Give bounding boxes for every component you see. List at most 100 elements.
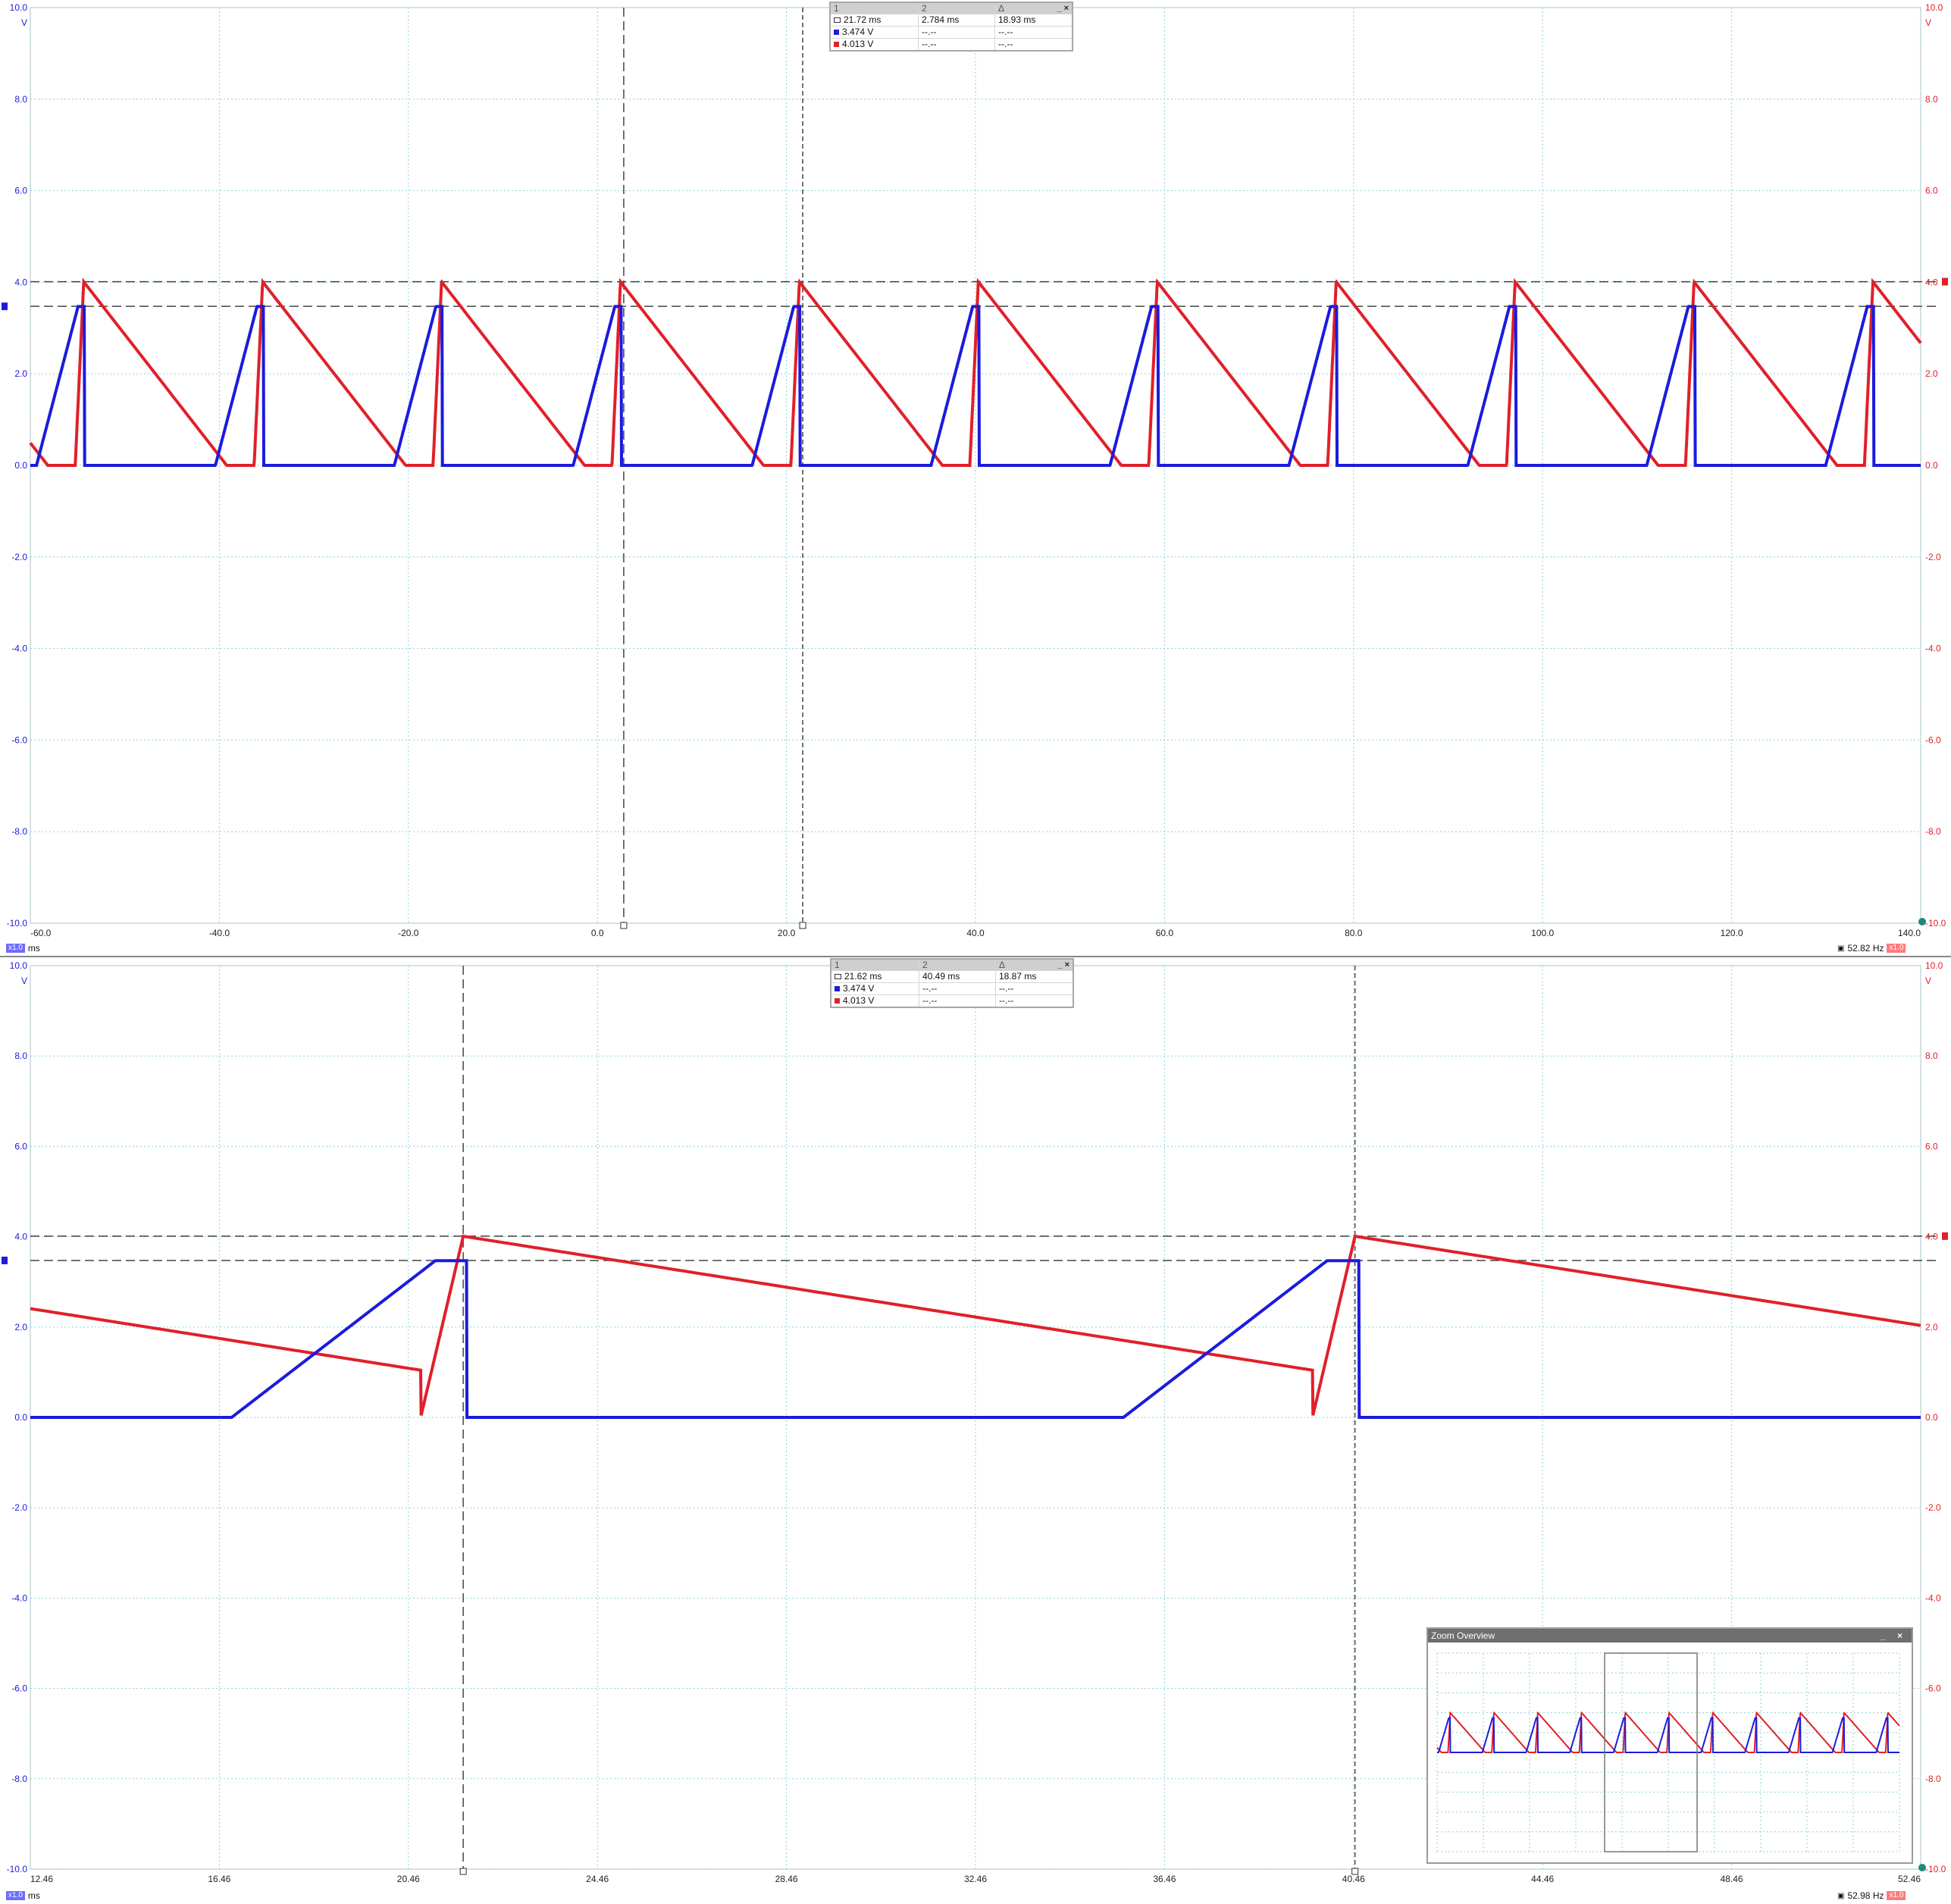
- x-tick-label: -40.0: [209, 928, 230, 938]
- y-unit-left: V: [21, 975, 27, 986]
- cursor1-time: 21.72 ms: [844, 14, 882, 25]
- channel-1-icon: [835, 986, 840, 991]
- ch1-cursor2: --.--: [919, 983, 996, 994]
- x-tick-label: 48.46: [1721, 1874, 1743, 1884]
- ch1-value: 3.474 V: [843, 983, 875, 994]
- x-tick-label: 80.0: [1345, 928, 1363, 938]
- frequency-icon: ▣: [1837, 944, 1845, 953]
- col-delta: Δ: [999, 960, 1006, 970]
- cursor-row-ch1: 3.474 V --.-- --.--: [831, 26, 1072, 38]
- cursor-readout-panel-1[interactable]: 1 2 Δ _ × 21.72 ms 2.784 ms 18.93 ms 3.47…: [829, 2, 1073, 52]
- x-tick-label: 28.46: [775, 1874, 798, 1884]
- ch1-scale-chip[interactable]: x1.0: [6, 1891, 25, 1900]
- y-tick-label-left: 10.0: [10, 2, 28, 13]
- x-tick-label: 60.0: [1156, 928, 1174, 938]
- y-tick-label-right: 4.0: [1925, 277, 1938, 287]
- ch2-value: 4.013 V: [842, 39, 874, 49]
- y-tick-label-left: -10.0: [7, 918, 28, 929]
- ch1-value: 3.474 V: [842, 27, 874, 37]
- cursor-handle[interactable]: [799, 922, 806, 929]
- cursor-row-ch1: 3.474 V --.-- --.--: [831, 982, 1073, 994]
- cursor-readout-header: 1 2 Δ _ ×: [831, 960, 1073, 970]
- y-tick-label-left: -4.0: [11, 644, 27, 654]
- x-tick-label: 32.46: [964, 1874, 987, 1884]
- cursor-handle[interactable]: [620, 922, 628, 929]
- y-tick-label-left: -8.0: [11, 1774, 27, 1784]
- y-tick-label-left: 8.0: [14, 1051, 27, 1061]
- panel-1-footer-right: ▣ 52.82 Hz x1.0: [1837, 943, 1906, 954]
- ch2-level-marker[interactable]: [1942, 1232, 1948, 1240]
- ch2-scale-chip[interactable]: x1.0: [1887, 944, 1906, 953]
- ch2-cursor2: --.--: [919, 39, 995, 50]
- minimize-close-icon[interactable]: _ ×: [1057, 3, 1072, 14]
- x-tick-label: 16.46: [208, 1874, 230, 1884]
- minimize-close-icon[interactable]: _ ×: [1057, 960, 1073, 970]
- trigger-indicator-icon[interactable]: [1918, 1864, 1926, 1871]
- y-tick-label-left: 4.0: [14, 1232, 27, 1242]
- trigger-indicator-icon[interactable]: [1918, 918, 1926, 925]
- y-tick-label-left: 10.0: [10, 960, 28, 971]
- cursor2-time: 40.49 ms: [919, 971, 996, 982]
- window-controls-icon[interactable]: _ ×: [1881, 1629, 1912, 1643]
- y-tick-label-right: 10.0: [1925, 2, 1943, 13]
- x-tick-label: 140.0: [1898, 928, 1921, 938]
- channel-1-icon: [834, 30, 839, 35]
- ch2-value: 4.013 V: [843, 995, 875, 1006]
- ch2-scale-chip[interactable]: x1.0: [1887, 1891, 1906, 1900]
- zoom-overview-plot[interactable]: [1428, 1643, 1909, 1859]
- cursor-row-time: 21.72 ms 2.784 ms 18.93 ms: [831, 14, 1072, 26]
- cursor-row-ch2: 4.013 V --.-- --.--: [831, 38, 1072, 50]
- y-tick-label-right: 0.0: [1925, 460, 1938, 471]
- y-tick-label-right: -4.0: [1925, 644, 1941, 654]
- cursor-readout-panel-2[interactable]: 1 2 Δ _ × 21.62 ms 40.49 ms 18.87 ms 3.47…: [830, 958, 1074, 1008]
- y-tick-label-left: -4.0: [11, 1592, 27, 1603]
- zoom-overview-title: Zoom Overview: [1431, 1630, 1495, 1641]
- col-cursor-1: 1: [835, 960, 840, 970]
- y-tick-label-left: 8.0: [14, 94, 27, 105]
- y-tick-label-right: -8.0: [1925, 826, 1941, 837]
- y-tick-label-right: -10.0: [1925, 918, 1946, 929]
- frequency-readout: 52.98 Hz: [1847, 1890, 1884, 1901]
- ch1-cursor2: --.--: [919, 27, 995, 38]
- x-tick-label: 40.0: [966, 928, 985, 938]
- panel-1-footer-left: x1.0 ms: [6, 943, 40, 954]
- zoom-overview-titlebar[interactable]: Zoom Overview _ ×: [1428, 1629, 1912, 1643]
- x-tick-label: 100.0: [1531, 928, 1554, 938]
- delta-time: 18.87 ms: [999, 971, 1037, 982]
- ch2-level-marker[interactable]: [1942, 277, 1948, 286]
- x-tick-label: 44.46: [1531, 1874, 1554, 1884]
- scope-panel-1[interactable]: -60.0 -40.0 -20.0 0.0 20.0 40.0 60.0 80.0 100.0 1…: [2, 2, 1948, 938]
- y-tick-label-right: -2.0: [1925, 552, 1941, 562]
- col-cursor-2: 2: [922, 3, 927, 14]
- y-tick-label-left: 0.0: [14, 460, 27, 471]
- cursor1-time: 21.62 ms: [844, 971, 882, 982]
- zoom-overview-window[interactable]: Zoom Overview _ ×: [1426, 1627, 1913, 1864]
- x-tick-label: -60.0: [30, 928, 52, 938]
- cursor-row-time: 21.62 ms 40.49 ms 18.87 ms: [831, 970, 1073, 982]
- ch1-scale-chip[interactable]: x1.0: [6, 944, 25, 953]
- ch1-level-marker[interactable]: [2, 1256, 8, 1264]
- y-tick-label-left: 6.0: [14, 186, 27, 196]
- col-cursor-2: 2: [922, 960, 928, 970]
- y-tick-label-right: -4.0: [1925, 1592, 1941, 1603]
- y-tick-label-right: 2.0: [1925, 368, 1938, 379]
- delta-time: 18.93 ms: [998, 14, 1036, 25]
- y-tick-label-left: -6.0: [11, 734, 27, 745]
- panel-2-footer-left: x1.0 ms: [6, 1890, 40, 1901]
- x-tick-label: 20.46: [397, 1874, 420, 1884]
- y-unit-right: V: [1925, 17, 1931, 28]
- y-tick-label-left: 2.0: [14, 368, 27, 379]
- col-delta: Δ: [998, 3, 1005, 14]
- x-tick-label: 52.46: [1898, 1874, 1921, 1884]
- x-tick-label: 120.0: [1721, 928, 1743, 938]
- x-tick-label: 24.46: [586, 1874, 609, 1884]
- ch1-level-marker[interactable]: [2, 302, 8, 311]
- x-tick-label: 0.0: [591, 928, 604, 938]
- frequency-readout: 52.82 Hz: [1847, 943, 1884, 954]
- y-tick-label-right: -2.0: [1925, 1502, 1941, 1513]
- cursor-handle[interactable]: [1351, 1868, 1359, 1875]
- channel-2-icon: [834, 42, 839, 47]
- cursor2-time: 2.784 ms: [919, 14, 995, 26]
- y-tick-label-left: 6.0: [14, 1141, 27, 1151]
- cursor-handle[interactable]: [459, 1868, 467, 1875]
